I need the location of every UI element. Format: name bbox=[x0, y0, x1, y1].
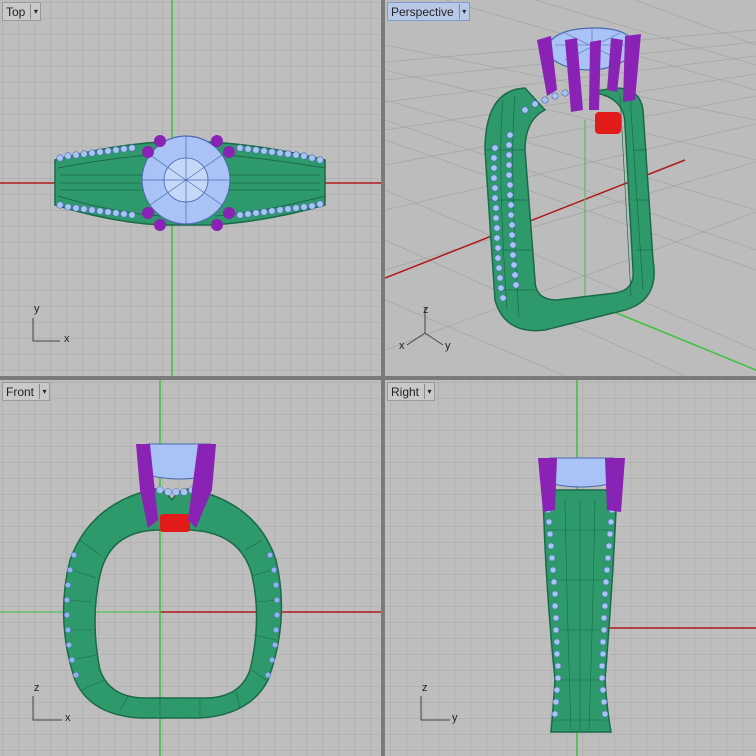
viewport-label: Right bbox=[391, 384, 420, 399]
chevron-down-icon[interactable]: ▾ bbox=[30, 4, 40, 19]
top-view-canvas[interactable] bbox=[0, 0, 381, 376]
viewport-perspective[interactable]: Perspective ▾ z x y bbox=[385, 0, 756, 376]
chevron-down-icon[interactable]: ▾ bbox=[424, 384, 434, 399]
viewport-top[interactable]: Top ▾ y x bbox=[0, 0, 381, 376]
viewport-label: Top bbox=[6, 4, 26, 19]
gem-stone bbox=[549, 457, 614, 488]
seat bbox=[160, 514, 190, 532]
perspective-view-canvas[interactable] bbox=[385, 0, 756, 376]
axis-label-z: z bbox=[34, 682, 40, 694]
viewport-title-front[interactable]: Front ▾ bbox=[2, 382, 51, 401]
seat bbox=[595, 112, 621, 134]
axis-label-z: z bbox=[423, 304, 429, 316]
chevron-down-icon[interactable]: ▾ bbox=[458, 4, 469, 19]
axis-label-y: y bbox=[34, 303, 40, 315]
viewport-label: Perspective bbox=[391, 4, 454, 19]
viewport-title-right[interactable]: Right ▾ bbox=[387, 382, 436, 401]
viewport-front[interactable]: Front ▾ z x bbox=[0, 380, 381, 756]
axis-label-x: x bbox=[399, 340, 405, 352]
front-view-canvas[interactable] bbox=[0, 380, 381, 756]
viewport-right[interactable]: Right ▾ z y bbox=[385, 380, 756, 756]
axis-label-y: y bbox=[452, 712, 458, 724]
viewport-label: Front bbox=[6, 384, 35, 399]
axis-label-y: y bbox=[445, 340, 451, 352]
viewport-title-top[interactable]: Top ▾ bbox=[2, 2, 42, 21]
viewport-title-perspective[interactable]: Perspective ▾ bbox=[387, 2, 470, 21]
chevron-down-icon[interactable]: ▾ bbox=[39, 384, 49, 399]
axis-label-x: x bbox=[64, 333, 70, 345]
axis-label-z: z bbox=[422, 682, 428, 694]
axis-label-x: x bbox=[65, 712, 71, 724]
right-view-canvas[interactable] bbox=[385, 380, 756, 756]
